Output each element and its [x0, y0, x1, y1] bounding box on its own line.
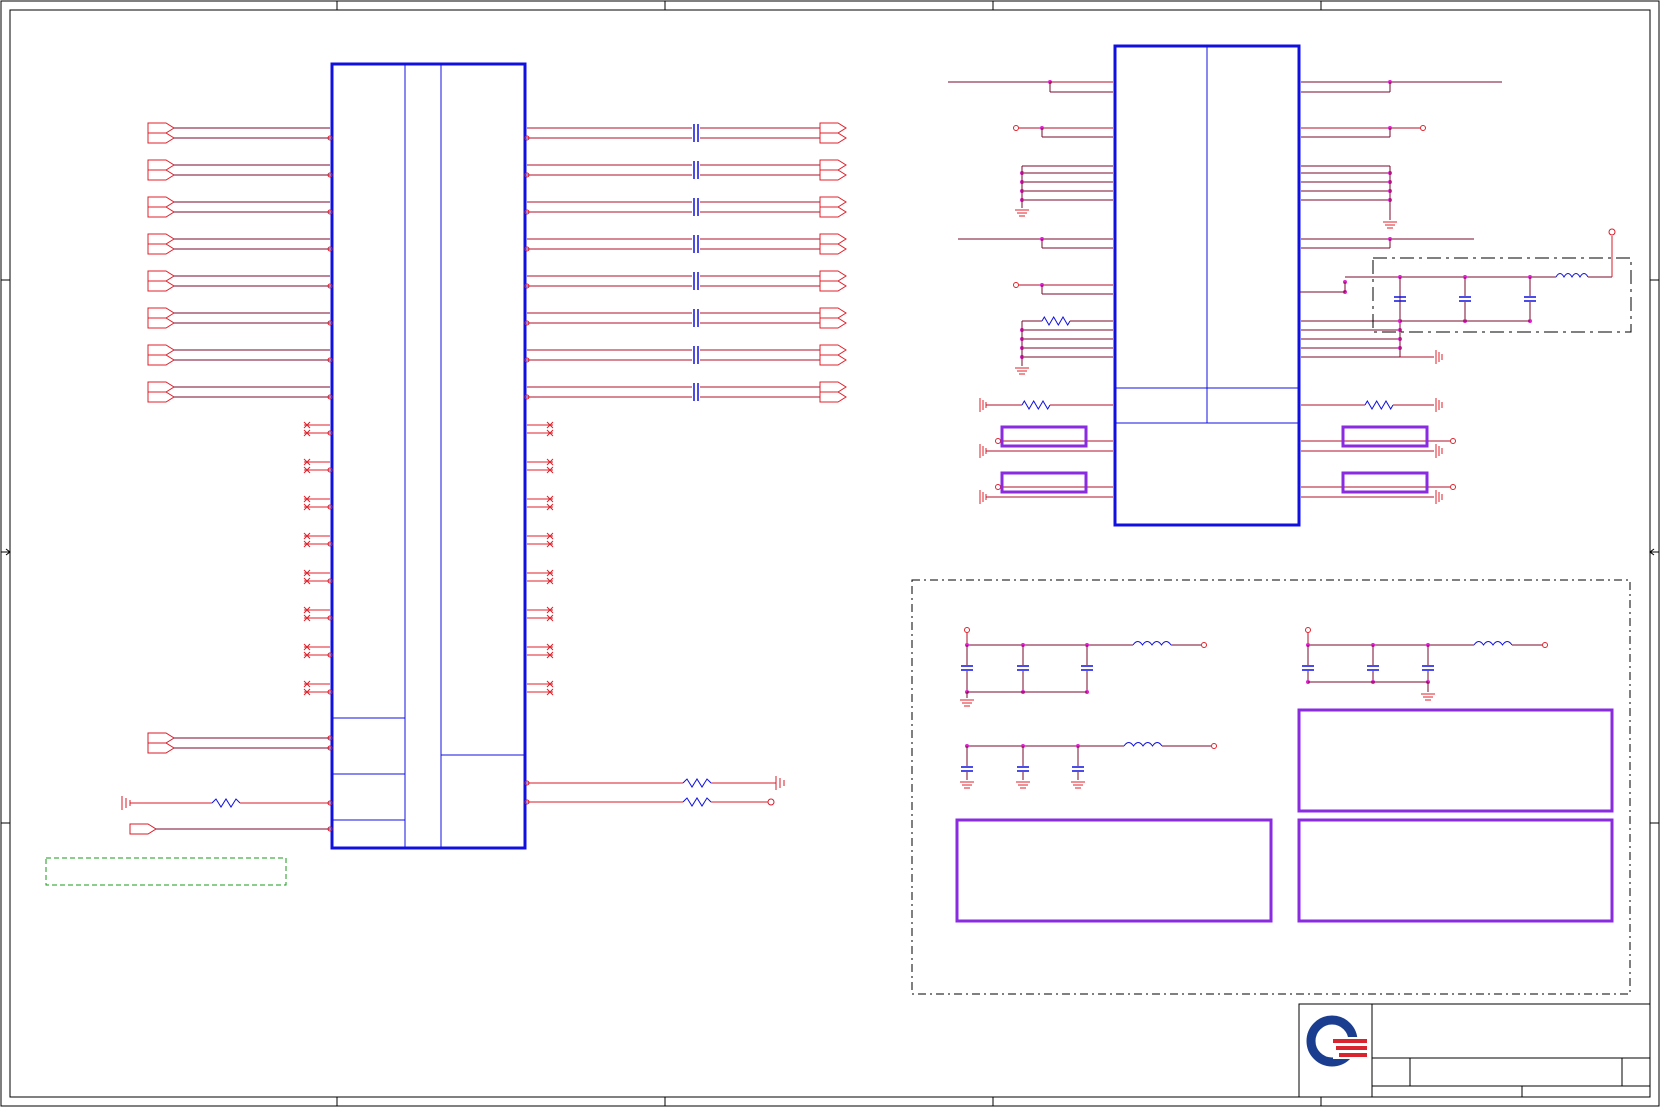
filter-capacitor: [1459, 296, 1471, 302]
ground-symbol: [960, 781, 974, 789]
net-label-boxes: [1000, 425, 1429, 494]
pin-endpoint: [1013, 125, 1019, 131]
pin-endpoint: [964, 627, 970, 633]
pin-endpoint: [1450, 438, 1456, 444]
inductor: [1123, 742, 1163, 747]
right-chip[interactable]: [1113, 44, 1301, 527]
right-chip-wiring: [948, 80, 1502, 504]
output-port-symbol: [819, 381, 847, 403]
port-symbol: [147, 270, 175, 292]
ground-symbol: [1435, 490, 1443, 504]
schematic-sheet: [0, 0, 1660, 1107]
coupling-capacitor: [693, 309, 699, 327]
ground-symbol: [1435, 444, 1443, 458]
ground-symbol: [1016, 781, 1030, 789]
filter-capacitor: [1524, 296, 1536, 302]
center-marker-right: [1649, 548, 1659, 556]
sheet-frame: [0, 0, 1660, 1107]
ground-symbol: [1435, 350, 1443, 364]
pin-endpoint: [1305, 627, 1311, 633]
pin-endpoint: [995, 438, 1001, 444]
ground-symbol: [1015, 209, 1029, 217]
pin-endpoint: [1013, 282, 1019, 288]
ground-symbol: [1015, 367, 1029, 375]
pin-endpoint: [1211, 743, 1217, 749]
pin-endpoint: [1420, 125, 1426, 131]
ground-symbol: [960, 699, 974, 707]
resistor: [1364, 400, 1394, 410]
port-symbol: [147, 196, 175, 218]
decoupling-capacitor: [1367, 665, 1379, 671]
pin-endpoint: [1450, 484, 1456, 490]
output-port-symbol: [819, 233, 847, 255]
resistor: [1041, 316, 1071, 326]
port-symbol: [147, 381, 175, 403]
left-output-ports: [524, 122, 847, 403]
quanta-logo: [1306, 1015, 1367, 1067]
decoupling-capacitor: [1302, 665, 1314, 671]
coupling-capacitor: [693, 383, 699, 401]
left-ground-resistor: [121, 796, 333, 810]
left-single-port: [129, 823, 333, 835]
schematic-canvas: [0, 0, 1660, 1107]
filter-inset-caps: [1394, 275, 1536, 323]
power-filter-circuits: [960, 627, 1548, 789]
resistor: [1021, 400, 1051, 410]
left-nc-pins: [303, 421, 554, 696]
pin-endpoint: [1542, 642, 1548, 648]
note-box-green: [45, 857, 287, 886]
inductor: [1132, 641, 1172, 646]
output-port-symbol: [819, 122, 847, 144]
inductor: [1473, 641, 1513, 646]
left-chip[interactable]: [330, 62, 527, 850]
coupling-capacitor: [693, 198, 699, 216]
decoupling-capacitor: [1017, 766, 1029, 772]
output-port-symbol: [819, 159, 847, 181]
left-input-ports: [147, 122, 333, 403]
decoupling-capacitor: [1017, 665, 1029, 671]
output-port-symbol: [819, 196, 847, 218]
decoupling-capacitor: [961, 766, 973, 772]
output-port-symbol: [819, 307, 847, 329]
decoupling-capacitor: [961, 665, 973, 671]
coupling-capacitor: [693, 235, 699, 253]
ground-symbol: [979, 444, 987, 458]
left-bottom-port: [147, 732, 333, 754]
output-port-symbol: [819, 270, 847, 292]
coupling-capacitor: [693, 346, 699, 364]
coupling-capacitor: [693, 161, 699, 179]
power-filter-panel: [911, 579, 1631, 995]
ground-symbol: [1435, 398, 1443, 412]
pin-endpoint: [995, 484, 1001, 490]
ground-symbol: [979, 490, 987, 504]
port-symbol: [147, 233, 175, 255]
port-symbol: [147, 159, 175, 181]
decoupling-capacitor: [1422, 665, 1434, 671]
ground-symbol: [1421, 693, 1435, 701]
port-symbol: [147, 344, 175, 366]
center-marker-left: [1, 548, 11, 556]
pin-endpoint: [1201, 642, 1207, 648]
decoupling-capacitor: [1081, 665, 1093, 671]
ground-symbol: [979, 398, 987, 412]
ground-symbol: [1071, 781, 1085, 789]
coupling-capacitor: [693, 272, 699, 290]
panel-note-boxes: [955, 708, 1614, 923]
right-side-resistors: [524, 776, 785, 807]
output-port-symbol: [819, 344, 847, 366]
ground-symbol: [1383, 221, 1397, 229]
port-symbol: [147, 307, 175, 329]
port-symbol: [147, 122, 175, 144]
decoupling-capacitor: [1072, 766, 1084, 772]
coupling-capacitor: [693, 124, 699, 142]
